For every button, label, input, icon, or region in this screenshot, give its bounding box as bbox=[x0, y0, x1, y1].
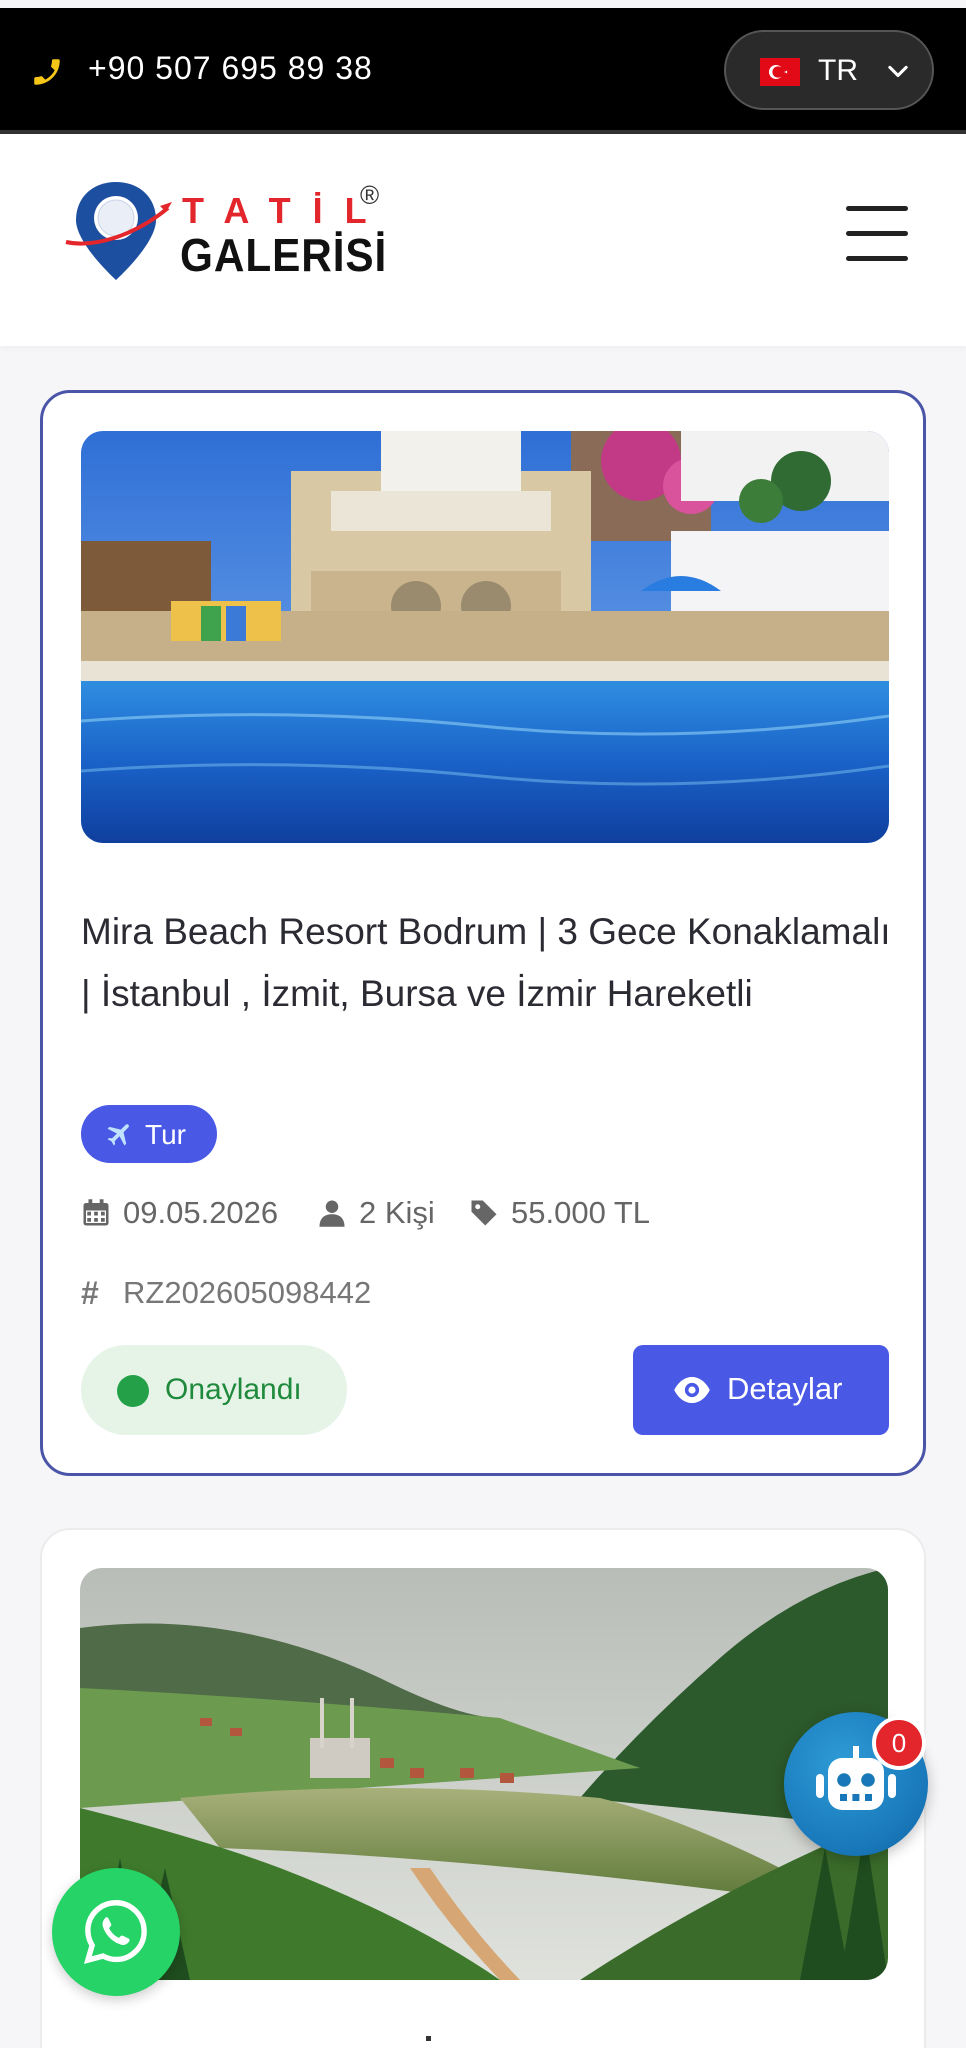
status-dot-icon bbox=[117, 1375, 149, 1407]
hamburger-menu-icon[interactable] bbox=[846, 206, 908, 262]
turkey-flag-icon bbox=[760, 58, 800, 86]
price-tag-icon bbox=[471, 1200, 497, 1226]
whatsapp-icon bbox=[83, 1900, 147, 1964]
price-text: 55.000 TL bbox=[511, 1195, 651, 1230]
phone-number[interactable]: +90 507 695 89 38 bbox=[88, 50, 373, 87]
details-button-label: Detaylar bbox=[727, 1371, 843, 1406]
reservation-title[interactable]: Mira Beach Resort Bodrum | 3 Gece Konakl… bbox=[81, 901, 901, 1025]
reservation-code-text: RZ202605098442 bbox=[123, 1275, 372, 1310]
date-text: 09.05.2026 bbox=[123, 1195, 279, 1230]
type-badge-label: Tur bbox=[145, 1119, 186, 1150]
chevron-down-icon bbox=[888, 65, 908, 78]
reservation-card: Mira Beach Resort Bodrum | 3 Gece Konakl… bbox=[40, 390, 926, 1476]
type-badge: Tur bbox=[81, 1105, 217, 1163]
hash-icon: # bbox=[81, 1275, 99, 1311]
language-selector[interactable]: TR bbox=[724, 30, 934, 110]
brand-logo[interactable]: TATİL GALERİSİ ® bbox=[64, 178, 394, 288]
title-fragment bbox=[426, 2036, 431, 2041]
logo-text-top: TATİL bbox=[182, 190, 389, 231]
status-text: Onaylandı bbox=[165, 1373, 302, 1406]
status-badge: Onaylandı bbox=[81, 1345, 347, 1435]
hotel-image[interactable] bbox=[80, 1568, 888, 1980]
top-contact-bar: +90 507 695 89 38 TR bbox=[0, 8, 966, 134]
details-button[interactable]: Detaylar bbox=[633, 1345, 889, 1435]
map-pin-plane-icon bbox=[65, 182, 172, 280]
eye-icon bbox=[674, 1376, 710, 1404]
phone-icon[interactable] bbox=[30, 55, 64, 89]
user-icon bbox=[319, 1200, 345, 1227]
people-text: 2 Kişi bbox=[359, 1195, 435, 1230]
site-header: TATİL GALERİSİ ® bbox=[0, 134, 966, 346]
calendar-icon bbox=[83, 1199, 109, 1226]
language-code: TR bbox=[818, 54, 858, 87]
whatsapp-button[interactable] bbox=[52, 1868, 180, 1996]
registered-mark: ® bbox=[360, 180, 380, 210]
chatbot-notification-badge: 0 bbox=[872, 1716, 926, 1770]
airplane-icon bbox=[107, 1124, 129, 1146]
logo-text-bottom: GALERİSİ bbox=[180, 229, 388, 281]
hotel-image[interactable] bbox=[81, 431, 889, 843]
